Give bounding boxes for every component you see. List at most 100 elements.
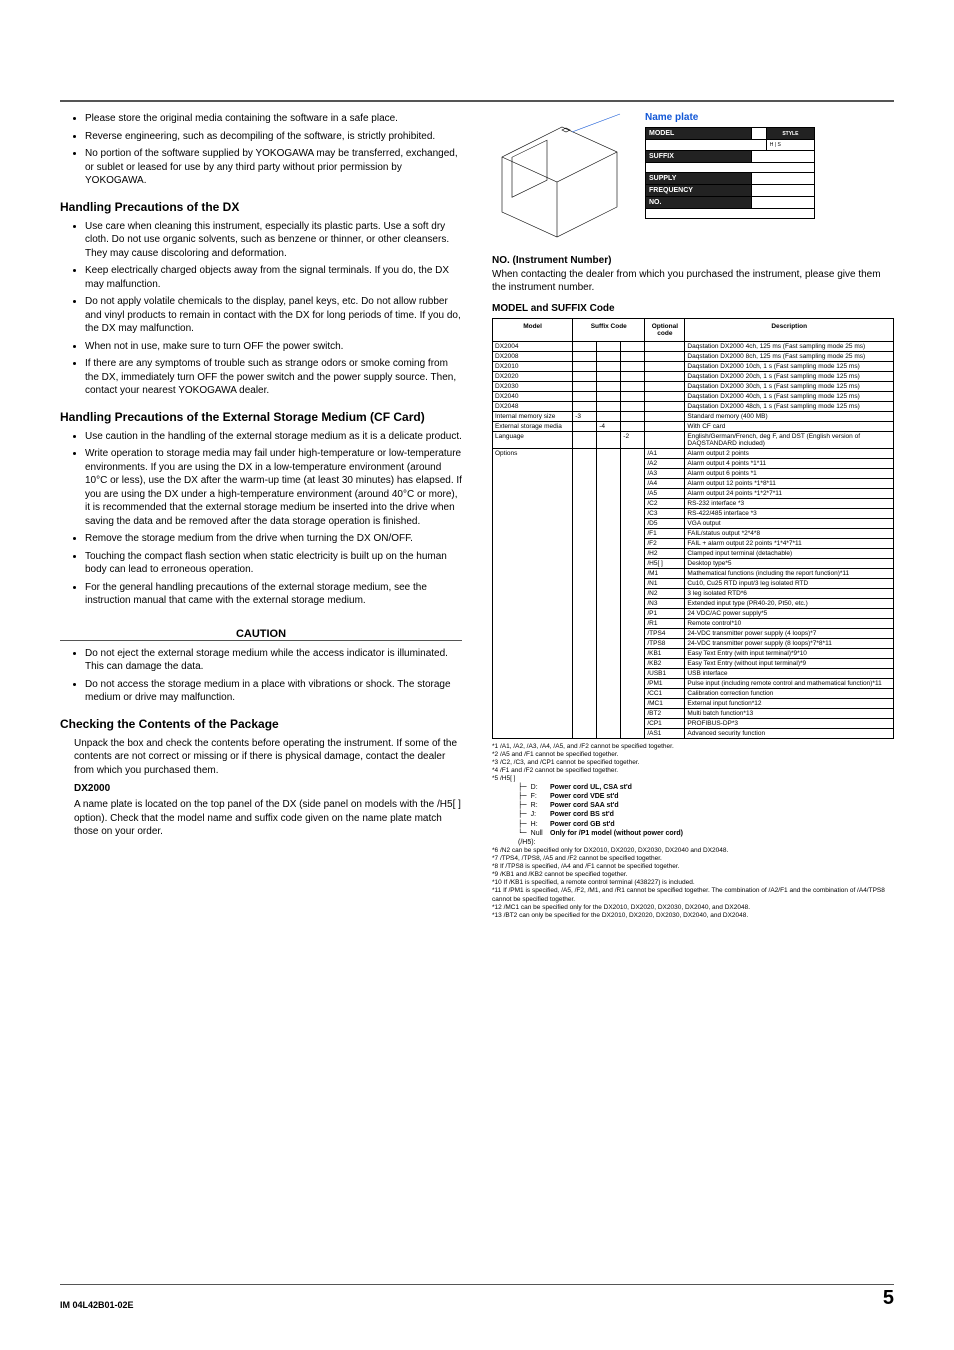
model-cell: DX2030 <box>493 381 573 391</box>
model-desc: Daqstation DX2000 8ch, 125 ms (Fast samp… <box>685 351 894 361</box>
option-code: /P1 <box>645 608 685 618</box>
option-code: /C3 <box>645 508 685 518</box>
model-desc: Daqstation DX2000 40ch, 1 s (Fast sampli… <box>685 391 894 401</box>
caution-heading: CAUTION <box>60 620 462 641</box>
list-item: Do not apply volatile chemicals to the d… <box>85 295 462 336</box>
no-paragraph: When contacting the dealer from which yo… <box>492 268 894 295</box>
option-desc: VGA output <box>685 518 894 528</box>
model-desc: Daqstation DX2000 10ch, 1 s (Fast sampli… <box>685 361 894 371</box>
option-desc: FAIL + alarm output 22 points *1*4*7*11 <box>685 538 894 548</box>
right-column: Name plate MODEL STYLE H | S SUFFIX SUPP… <box>492 112 894 920</box>
dx-precautions-list: Use care when cleaning this instrument, … <box>60 220 462 398</box>
option-code: /USB1 <box>645 668 685 678</box>
option-code: /CP1 <box>645 718 685 728</box>
list-item: Please store the original media containi… <box>85 112 462 126</box>
footnote: *13 /BT2 can only be specified for the D… <box>492 912 894 920</box>
option-desc: Multi batch function*13 <box>685 708 894 718</box>
model-cell: DX2010 <box>493 361 573 371</box>
np-no: NO. <box>646 197 752 209</box>
footnote: *8 If /TPS8 is specified, /A4 and /F1 ca… <box>492 863 894 871</box>
option-code: /CC1 <box>645 688 685 698</box>
page-footer: IM 04L42B01-02E 5 <box>60 1284 894 1310</box>
option-code: /A3 <box>645 468 685 478</box>
option-code: /N3 <box>645 598 685 608</box>
np-model: MODEL <box>646 128 752 140</box>
list-item: Use caution in the handling of the exter… <box>85 430 462 444</box>
model-desc: Daqstation DX2000 20ch, 1 s (Fast sampli… <box>685 371 894 381</box>
footnote: *11 If /PM1 is specified, /A5, /F2, /M1,… <box>492 887 894 903</box>
power-cord-row: F:Power cord VDE st'd <box>518 792 894 801</box>
option-code: /BT2 <box>645 708 685 718</box>
list-item: For the general handling precautions of … <box>85 581 462 608</box>
option-desc: Alarm output 6 points *1 <box>685 468 894 478</box>
list-item: No portion of the software supplied by Y… <box>85 147 462 188</box>
option-desc: Alarm output 4 points *1*11 <box>685 458 894 468</box>
page-number: 5 <box>883 1287 894 1310</box>
option-desc: PROFIBUS-DP*3 <box>685 718 894 728</box>
footnote: *3 /C2, /C3, and /CP1 cannot be specifie… <box>492 759 894 767</box>
package-heading: Checking the Contents of the Package <box>60 717 462 731</box>
model-cell: DX2008 <box>493 351 573 361</box>
model-cell: DX2004 <box>493 341 573 351</box>
power-cord-row: R:Power cord SAA st'd <box>518 801 894 810</box>
footnote: *5 /H5[ ] <box>492 775 894 783</box>
option-desc: Calibration correction function <box>685 688 894 698</box>
option-desc: 3 leg isolated RTD*6 <box>685 588 894 598</box>
package-paragraph: Unpack the box and check the contents be… <box>74 737 462 778</box>
ext-label: External storage media <box>493 421 573 431</box>
option-code: /F2 <box>645 538 685 548</box>
list-item: Remove the storage medium from the drive… <box>85 532 462 546</box>
power-cord-list: D:Power cord UL, CSA st'dF:Power cord VD… <box>518 783 894 847</box>
doc-number: IM 04L42B01-02E <box>60 1300 134 1310</box>
ext-precautions-list: Use caution in the handling of the exter… <box>60 430 462 608</box>
option-desc: 24-VDC transmitter power supply (8 loops… <box>685 638 894 648</box>
option-desc: Mathematical functions (including the re… <box>685 568 894 578</box>
option-code: /AS1 <box>645 728 685 738</box>
option-desc: Alarm output 2 points <box>685 448 894 458</box>
np-suffix: SUFFIX <box>646 151 752 163</box>
model-cell: DX2040 <box>493 391 573 401</box>
left-column: Please store the original media containi… <box>60 112 462 920</box>
power-cord-row: J:Power cord BS st'd <box>518 810 894 819</box>
lang-label: Language <box>493 431 573 448</box>
option-desc: External input function*12 <box>685 698 894 708</box>
option-desc: RS-232 interface *3 <box>685 498 894 508</box>
caution-list: Do not eject the external storage medium… <box>60 647 462 705</box>
option-code: /A1 <box>645 448 685 458</box>
option-desc: Remote control*10 <box>685 618 894 628</box>
model-desc: Daqstation DX2000 4ch, 125 ms (Fast samp… <box>685 341 894 351</box>
footnote: *12 /MC1 can be specified only for the D… <box>492 904 894 912</box>
nameplate-label: Name plate <box>645 112 894 123</box>
lang-code: -2 <box>621 431 645 448</box>
intro-list: Please store the original media containi… <box>60 112 462 188</box>
option-code: /TPS8 <box>645 638 685 648</box>
page: Please store the original media containi… <box>0 0 954 1350</box>
power-cord-row: H:Power cord GB st'd <box>518 820 894 829</box>
footnote: *10 If /KB1 is specified, a remote contr… <box>492 879 894 887</box>
option-desc: FAIL/status output *2*4*8 <box>685 528 894 538</box>
lang-desc: English/German/French, deg F, and DST (E… <box>685 431 894 448</box>
model-desc: Daqstation DX2000 30ch, 1 s (Fast sampli… <box>685 381 894 391</box>
np-h: H <box>770 142 774 148</box>
option-desc: Desktop type*5 <box>685 558 894 568</box>
device-illustration <box>492 112 627 242</box>
list-item: Reverse engineering, such as decompiling… <box>85 130 462 144</box>
ext-code: -4 <box>597 421 621 431</box>
option-desc: Advanced security function <box>685 728 894 738</box>
np-supply: SUPPLY <box>646 173 752 185</box>
option-code: /KB2 <box>645 658 685 668</box>
dx2000-subhead: DX2000 <box>74 783 462 794</box>
option-code: /F1 <box>645 528 685 538</box>
option-code: /M1 <box>645 568 685 578</box>
option-desc: RS-422/485 interface *3 <box>685 508 894 518</box>
option-code: /A5 <box>645 488 685 498</box>
option-code: /KB1 <box>645 648 685 658</box>
np-s: S <box>777 142 780 148</box>
list-item: If there are any symptoms of trouble suc… <box>85 357 462 398</box>
option-code: /C2 <box>645 498 685 508</box>
footnote: *2 /A5 and /F1 cannot be specified toget… <box>492 751 894 759</box>
option-desc: Alarm output 12 points *1*8*11 <box>685 478 894 488</box>
model-suffix-heading: MODEL and SUFFIX Code <box>492 303 894 314</box>
footnote: *9 /KB1 and /KB2 cannot be specified tog… <box>492 871 894 879</box>
list-item: Do not access the storage medium in a pl… <box>85 678 462 705</box>
